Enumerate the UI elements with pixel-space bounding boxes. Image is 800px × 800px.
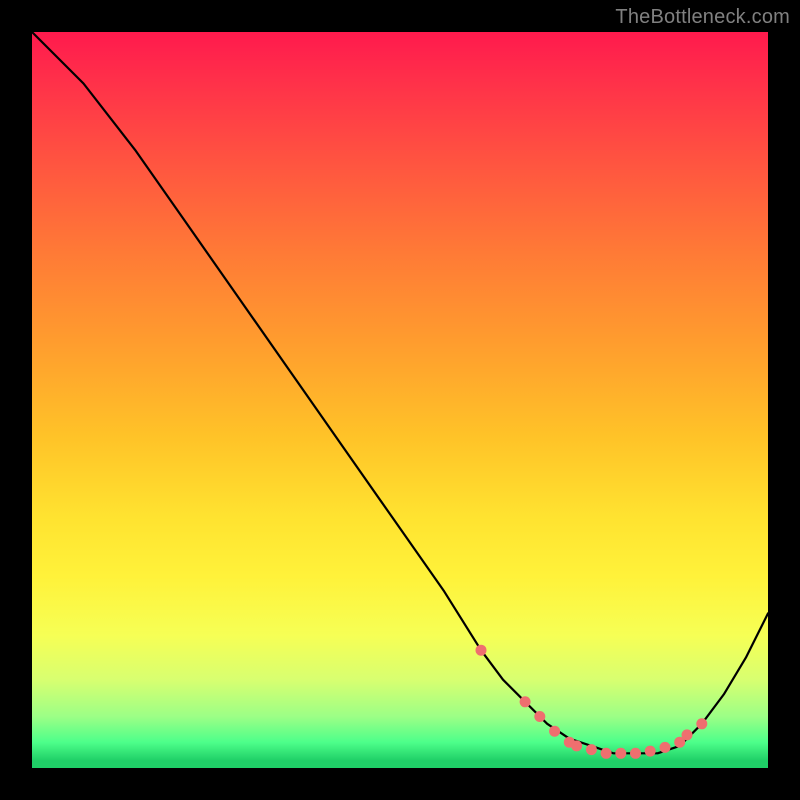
marker-point xyxy=(549,726,560,737)
marker-point xyxy=(645,746,656,757)
plot-area xyxy=(32,32,768,768)
marker-point xyxy=(615,748,626,759)
chart-frame: TheBottleneck.com xyxy=(0,0,800,800)
marker-point xyxy=(476,645,487,656)
marker-point xyxy=(520,696,531,707)
watermark-text: TheBottleneck.com xyxy=(615,6,790,29)
marker-point xyxy=(660,742,671,753)
marker-point xyxy=(534,711,545,722)
marker-point xyxy=(630,748,641,759)
marker-group xyxy=(476,645,708,759)
marker-point xyxy=(682,729,693,740)
curve-svg xyxy=(32,32,768,768)
marker-point xyxy=(571,740,582,751)
marker-point xyxy=(601,748,612,759)
marker-point xyxy=(586,744,597,755)
bottleneck-curve xyxy=(32,32,768,753)
marker-point xyxy=(696,718,707,729)
